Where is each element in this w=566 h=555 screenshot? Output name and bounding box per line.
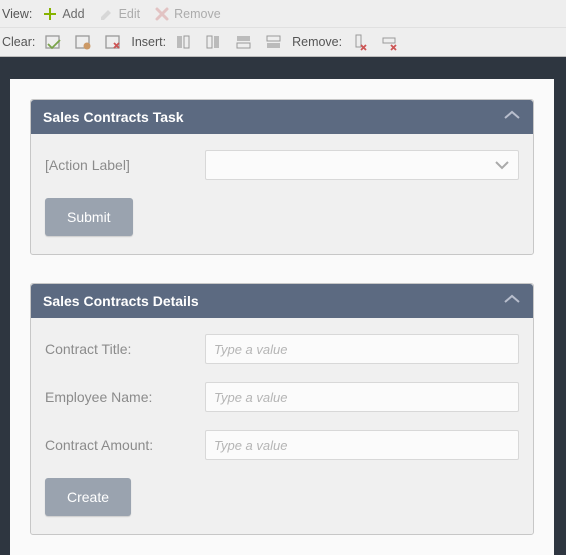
remove-label: Remove <box>174 7 221 21</box>
sales-contracts-details-panel: Sales Contracts Details Contract Title: … <box>30 283 534 535</box>
employee-name-label: Employee Name: <box>45 389 205 405</box>
action-label: [Action Label] <box>45 157 205 173</box>
details-panel-title: Sales Contracts Details <box>43 293 199 309</box>
contract-amount-input[interactable] <box>205 430 519 460</box>
view-label: View: <box>2 7 32 21</box>
remove-row-icon[interactable] <box>378 30 402 54</box>
pencil-icon <box>99 6 115 22</box>
action-select[interactable] <box>205 150 519 180</box>
task-panel-body: [Action Label] Submit <box>31 134 533 254</box>
clear-label: Clear: <box>2 35 35 49</box>
remove-group-label: Remove: <box>292 35 342 49</box>
toolbar-row-view: View: Add Edit Remove <box>0 0 566 28</box>
contract-title-label: Contract Title: <box>45 341 205 357</box>
task-panel-title: Sales Contracts Task <box>43 109 184 125</box>
chevron-down-icon <box>494 158 510 173</box>
contract-title-input[interactable] <box>205 334 519 364</box>
employee-name-row: Employee Name: <box>45 382 519 412</box>
toolbar-row-clear: Clear: Insert: Remove: <box>0 28 566 56</box>
action-row: [Action Label] <box>45 150 519 180</box>
insert-label: Insert: <box>131 35 166 49</box>
contract-title-row: Contract Title: <box>45 334 519 364</box>
contract-amount-label: Contract Amount: <box>45 437 205 453</box>
insert-row-above-icon[interactable] <box>232 30 256 54</box>
page-card: Sales Contracts Task [Action Label] Subm… <box>10 79 554 555</box>
clear-icon-1[interactable] <box>41 30 65 54</box>
chevron-up-icon[interactable] <box>503 108 521 126</box>
edit-button[interactable]: Edit <box>95 4 145 24</box>
clear-icon-3[interactable] <box>101 30 125 54</box>
insert-col-left-icon[interactable] <box>172 30 196 54</box>
add-button[interactable]: Add <box>38 4 88 24</box>
x-icon <box>154 6 170 22</box>
employee-name-input[interactable] <box>205 382 519 412</box>
contract-amount-row: Contract Amount: <box>45 430 519 460</box>
sales-contracts-task-panel: Sales Contracts Task [Action Label] Subm… <box>30 99 534 255</box>
clear-icon-2[interactable] <box>71 30 95 54</box>
details-panel-header[interactable]: Sales Contracts Details <box>31 284 533 318</box>
plus-icon <box>42 6 58 22</box>
add-label: Add <box>62 7 84 21</box>
chevron-up-icon[interactable] <box>503 292 521 310</box>
edit-label: Edit <box>119 7 141 21</box>
create-button[interactable]: Create <box>45 478 131 516</box>
remove-col-icon[interactable] <box>348 30 372 54</box>
insert-col-right-icon[interactable] <box>202 30 226 54</box>
toolbar: View: Add Edit Remove Clear: <box>0 0 566 57</box>
dark-spacer <box>0 57 566 79</box>
insert-row-below-icon[interactable] <box>262 30 286 54</box>
remove-button[interactable]: Remove <box>150 4 225 24</box>
details-panel-body: Contract Title: Employee Name: Contract … <box>31 318 533 534</box>
task-panel-header[interactable]: Sales Contracts Task <box>31 100 533 134</box>
submit-button[interactable]: Submit <box>45 198 133 236</box>
